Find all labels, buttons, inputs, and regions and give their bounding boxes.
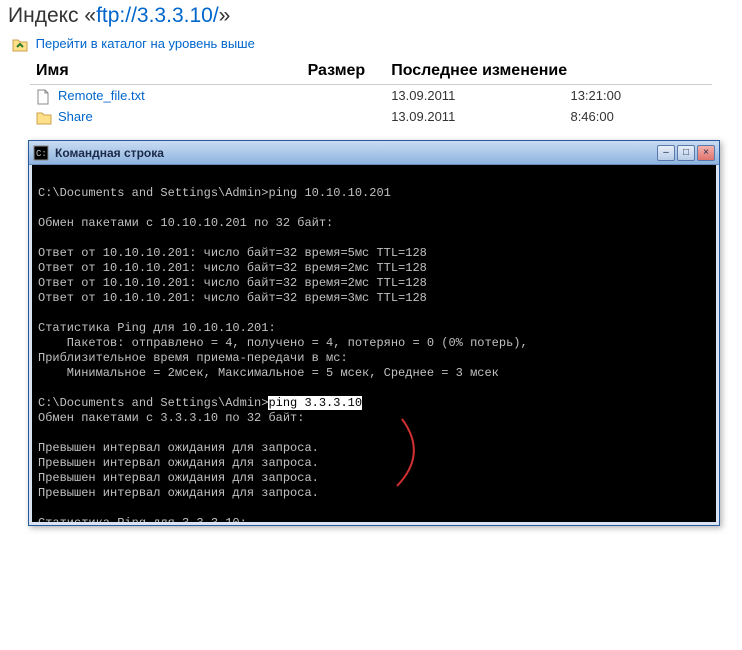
row-date: 13.09.2011 — [385, 84, 564, 106]
row-size — [240, 106, 385, 128]
table-row[interactable]: Remote_file.txt 13.09.201113:21:00 — [30, 84, 712, 106]
maximize-button[interactable]: □ — [677, 145, 695, 161]
title-prefix: Индекс « — [8, 4, 96, 27]
parent-directory-link[interactable]: Перейти в каталог на уровень выше — [0, 32, 742, 58]
col-name[interactable]: Имя — [30, 58, 240, 85]
row-size — [240, 84, 385, 106]
row-time: 13:21:00 — [564, 84, 712, 106]
console-output[interactable]: C:\Documents and Settings\Admin>ping 10.… — [29, 165, 719, 525]
page-title: Индекс «ftp://3.3.3.10/» — [0, 0, 742, 32]
col-modified[interactable]: Последнее изменение — [385, 58, 712, 85]
row-name[interactable]: Share — [58, 109, 93, 124]
parent-directory-text[interactable]: Перейти в каталог на уровень выше — [36, 36, 255, 51]
command-prompt-window: C: Командная строка – □ × C:\Documents a… — [28, 140, 720, 526]
file-icon — [36, 89, 52, 103]
cmd-icon: C: — [33, 145, 49, 161]
title-suffix: » — [219, 4, 231, 27]
table-row[interactable]: Share 13.09.20118:46:00 — [30, 106, 712, 128]
window-title: Командная строка — [55, 146, 657, 160]
row-date: 13.09.2011 — [385, 106, 564, 128]
svg-text:C:: C: — [36, 149, 47, 159]
folder-icon — [36, 111, 52, 125]
red-annotation-arc — [388, 560, 438, 650]
title-url: ftp://3.3.3.10/ — [96, 4, 219, 27]
col-size[interactable]: Размер — [240, 58, 385, 85]
titlebar[interactable]: C: Командная строка – □ × — [29, 141, 719, 165]
close-button[interactable]: × — [697, 145, 715, 161]
directory-listing: Имя Размер Последнее изменение Remote_fi… — [0, 58, 742, 128]
minimize-button[interactable]: – — [657, 145, 675, 161]
row-time: 8:46:00 — [564, 106, 712, 128]
row-name[interactable]: Remote_file.txt — [58, 88, 145, 103]
folder-up-icon — [12, 38, 28, 52]
